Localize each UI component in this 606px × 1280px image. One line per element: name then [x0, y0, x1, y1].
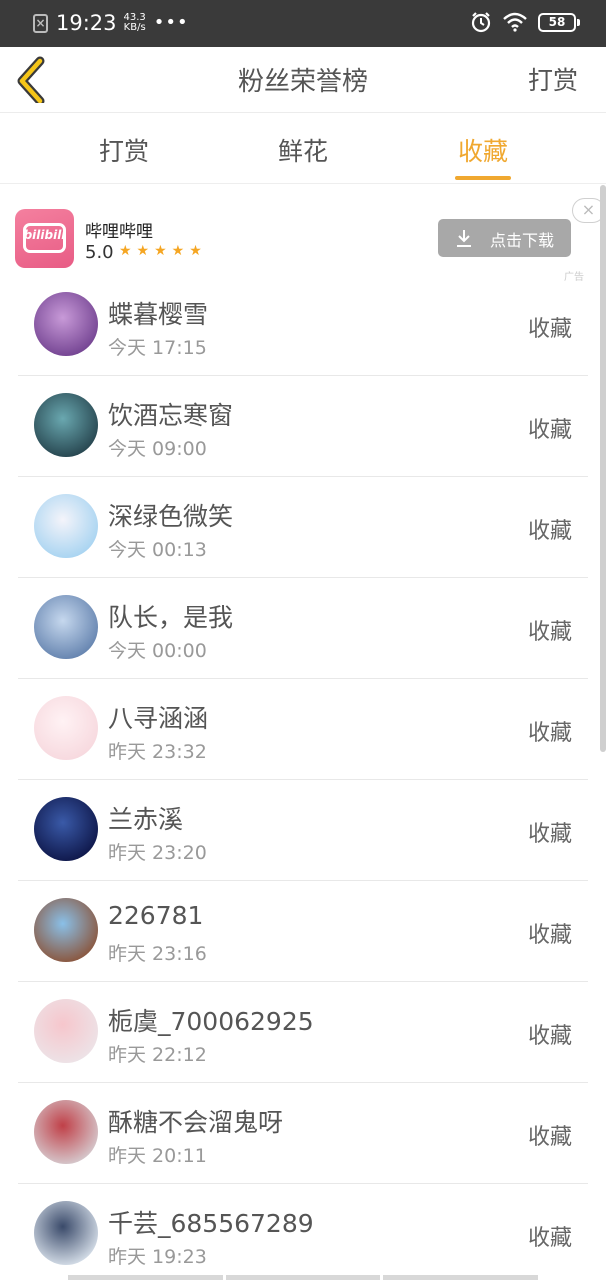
favorite-time: 今天 17:15	[108, 337, 207, 359]
favorite-time: 昨天 22:12	[108, 1044, 207, 1066]
avatar[interactable]	[34, 292, 98, 356]
favorites-list: 蝶暮樱雪 今天 17:15 收藏 饮酒忘寒窗 今天 09:00 收藏 深绿色微笑 今天 00:…	[0, 275, 606, 1280]
favorite-time: 昨天 23:32	[108, 741, 207, 763]
reward-action-button[interactable]: 打赏	[528, 61, 578, 97]
action-label: 收藏	[527, 418, 572, 443]
user-name: 酥糖不会溜鬼呀	[108, 1108, 284, 1137]
status-time: 19:23	[56, 11, 117, 35]
action-label: 收藏	[527, 1226, 572, 1251]
ad-app-name: 哔哩哔哩	[85, 222, 153, 242]
ad-download-label: 点击下载	[490, 231, 555, 250]
avatar[interactable]	[34, 1100, 98, 1164]
tab-flowers[interactable]: 鲜花	[253, 132, 353, 168]
ad-download-button[interactable]: 点击下载	[438, 219, 571, 257]
user-name: 栀虞_700062925	[108, 1007, 314, 1036]
list-item[interactable]: 栀虞_700062925 昨天 22:12 收藏	[0, 982, 606, 1083]
list-item[interactable]: 饮酒忘寒窗今天 09:00 收藏	[0, 376, 606, 477]
battery-icon: 58	[538, 12, 580, 32]
user-name: 226781	[108, 901, 204, 930]
avatar[interactable]	[34, 595, 98, 659]
user-name: 饮酒忘寒窗	[108, 401, 234, 430]
action-label: 收藏	[527, 721, 572, 746]
action-label: 收藏	[527, 1125, 572, 1150]
status-bar: × 19:23 43.3 KB/s ••• 58	[0, 0, 606, 47]
avatar[interactable]	[34, 898, 98, 962]
list-item[interactable]: 八寻涵涵昨天 23:32 收藏	[0, 679, 606, 780]
user-name: 深绿色微笑	[108, 502, 234, 531]
header: 粉丝荣誉榜 打赏	[0, 47, 606, 113]
list-item[interactable]: 深绿色微笑今天 00:13 收藏	[0, 477, 606, 578]
more-notifications-icon: •••	[153, 12, 189, 33]
list-item[interactable]: 队长，是我今天 00:00 收藏	[0, 578, 606, 679]
download-icon	[457, 230, 471, 247]
tab-reward[interactable]: 打赏	[74, 132, 174, 168]
avatar[interactable]	[34, 393, 98, 457]
avatar[interactable]	[34, 1201, 98, 1265]
user-name: 队长，是我	[108, 603, 234, 632]
network-speed: 43.3 KB/s	[124, 13, 146, 33]
action-label: 收藏	[527, 822, 572, 847]
list-item[interactable]: 蝶暮樱雪今天 17:15 收藏	[0, 275, 606, 376]
list-item[interactable]: 酥糖不会溜鬼呀昨天 20:11 收藏	[0, 1083, 606, 1184]
favorite-time: 昨天 20:11	[108, 1145, 207, 1167]
ad-banner[interactable]: bilibili 哔哩哔哩 5.0 ★★★★★ 点击下载 × 广告	[0, 185, 605, 283]
favorite-time: 昨天 23:20	[108, 842, 207, 864]
user-name: 蝶暮樱雪	[108, 300, 209, 329]
action-label: 收藏	[527, 317, 572, 342]
list-item[interactable]: 226781 昨天 23:16 收藏	[0, 881, 606, 982]
user-name: 千芸_685567289	[108, 1209, 314, 1238]
favorite-time: 今天 09:00	[108, 438, 207, 460]
list-item[interactable]: 兰赤溪昨天 23:20 收藏	[0, 780, 606, 881]
ad-rating: 5.0	[85, 242, 114, 263]
list-item[interactable]: 千芸_685567289 昨天 19:23 收藏	[0, 1184, 606, 1280]
tab-bar: 打赏 鲜花 收藏	[0, 114, 606, 184]
network-speed-unit: KB/s	[123, 22, 146, 33]
battery-level: 58	[548, 14, 566, 29]
avatar[interactable]	[34, 797, 98, 861]
tab-favorites[interactable]: 收藏	[433, 132, 533, 168]
action-label: 收藏	[527, 519, 572, 544]
wifi-icon	[503, 12, 527, 32]
active-tab-indicator	[455, 176, 511, 180]
action-label: 收藏	[527, 620, 572, 645]
avatar[interactable]	[34, 494, 98, 558]
avatar[interactable]	[34, 696, 98, 760]
alarm-icon	[471, 12, 491, 33]
star-rating-icon: ★★★★★	[119, 243, 207, 259]
app-logo-text: bilibili	[23, 228, 66, 242]
favorite-time: 今天 00:13	[108, 539, 207, 561]
avatar[interactable]	[34, 999, 98, 1063]
user-name: 八寻涵涵	[108, 704, 209, 733]
favorite-time: 昨天 23:16	[108, 943, 207, 965]
page-title: 粉丝荣誉榜	[237, 67, 368, 97]
bottom-edge	[68, 1275, 539, 1280]
favorite-time: 今天 00:00	[108, 640, 207, 662]
action-label: 收藏	[527, 923, 572, 948]
user-name: 兰赤溪	[108, 805, 184, 834]
app-logo: bilibili	[15, 209, 74, 268]
favorite-time: 昨天 19:23	[108, 1246, 207, 1268]
action-label: 收藏	[527, 1024, 572, 1049]
notification-x-icon: ×	[33, 13, 48, 33]
